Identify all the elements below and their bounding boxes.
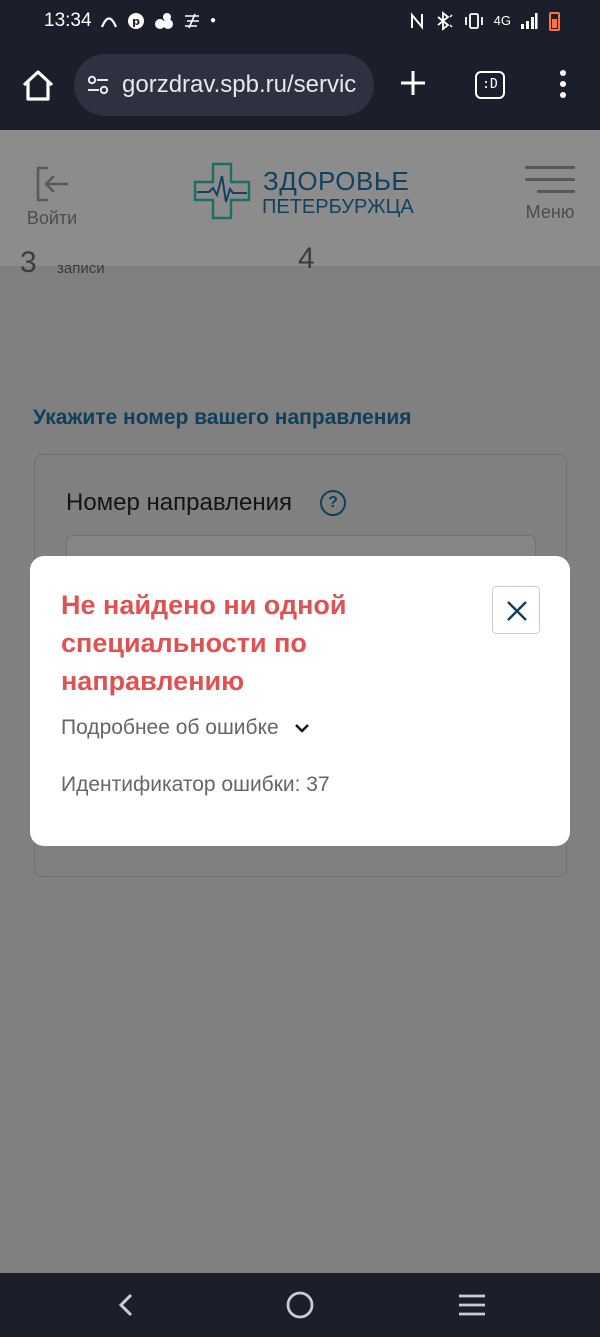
- step-number: 3: [20, 246, 37, 279]
- dots-cluster-icon: [155, 13, 173, 29]
- medical-cross-logo-icon: [193, 162, 251, 220]
- status-left-icons: p ●: [100, 8, 216, 34]
- home-circle-icon[interactable]: [285, 1290, 315, 1320]
- error-details-label: Подробнее об ошибке: [61, 716, 279, 739]
- site-settings-icon[interactable]: [86, 73, 110, 97]
- close-button[interactable]: [492, 586, 540, 634]
- logo-subtitle: ПЕТЕРБУРЖЦА: [262, 196, 414, 218]
- nfc-icon: [410, 12, 423, 30]
- status-bar: 13:34 p ● 4G: [0, 0, 600, 44]
- browser-toolbar: gorzdrav.spb.ru/servic :D: [0, 44, 600, 130]
- new-tab-icon[interactable]: [398, 68, 428, 98]
- home-icon[interactable]: [18, 66, 58, 106]
- step-caption: записи: [57, 260, 105, 277]
- menu-button[interactable]: Меню: [518, 166, 582, 223]
- arc-icon: [100, 17, 118, 28]
- referral-number-label: Номер направления: [66, 489, 293, 516]
- dot-icon: ●: [210, 15, 217, 26]
- vibrate-icon: [464, 13, 483, 29]
- gesture-icon: [185, 13, 199, 29]
- menu-label: Меню: [525, 202, 575, 222]
- logo-title: ЗДОРОВЬЕ: [263, 166, 410, 196]
- login-icon: [36, 166, 68, 202]
- chevron-down-icon: [294, 724, 309, 733]
- login-label: Войти: [26, 208, 78, 228]
- bluetooth-icon: [437, 11, 453, 31]
- step-number-next: 4: [298, 242, 315, 275]
- signal-icon: [521, 13, 538, 29]
- url-text: gorzdrav.spb.ru/servic: [122, 71, 357, 98]
- back-icon[interactable]: [113, 1291, 141, 1319]
- address-bar[interactable]: gorzdrav.spb.ru/servic: [74, 54, 374, 116]
- hamburger-icon: [525, 166, 575, 193]
- battery-icon: [549, 11, 560, 31]
- more-options-icon[interactable]: [552, 70, 574, 102]
- error-id: Идентификатор ошибки: 37: [61, 773, 330, 796]
- svg-text:p: p: [132, 15, 140, 28]
- tab-switcher-button[interactable]: :D: [475, 71, 505, 99]
- network-type: 4G: [493, 13, 511, 28]
- pinterest-icon: p: [128, 13, 144, 29]
- error-details-toggle[interactable]: Подробнее об ошибке: [61, 716, 311, 740]
- error-dialog: Не найдено ни одной специальности по нап…: [30, 556, 570, 846]
- login-button[interactable]: Войти: [22, 164, 82, 229]
- status-time: 13:34: [44, 10, 92, 31]
- status-right-icons: 4G: [409, 8, 560, 34]
- error-title: Не найдено ни одной специальности по нап…: [61, 590, 347, 696]
- close-icon: [507, 601, 527, 621]
- section-title: Укажите номер вашего направления: [33, 406, 412, 429]
- help-icon[interactable]: ?: [320, 490, 346, 516]
- system-nav-bar: [0, 1273, 600, 1337]
- recents-icon[interactable]: [457, 1293, 487, 1317]
